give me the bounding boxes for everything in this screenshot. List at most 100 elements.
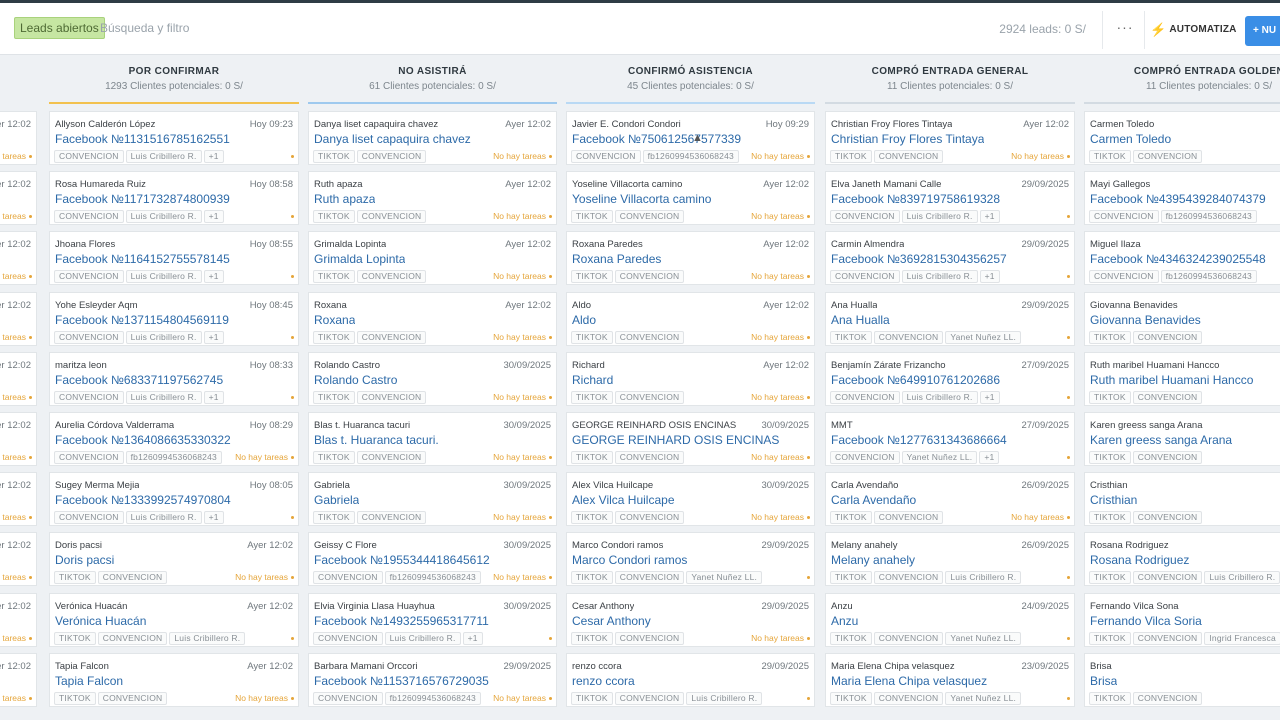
lead-tag[interactable]: CONVENCION	[614, 691, 685, 705]
lead-tag[interactable]: CONVENCION	[356, 330, 427, 344]
lead-tag[interactable]: TIKTOK	[54, 571, 96, 585]
lead-title-link[interactable]: Facebook №649910761202686	[831, 373, 1000, 387]
lead-tag[interactable]: CONVENCION	[54, 511, 124, 525]
lead-contact-name[interactable]: Benjamín Zárate Frizancho	[831, 360, 946, 371]
lead-card[interactable]: Melany anahely 26/09/2025 Melany anahely TI…	[825, 532, 1075, 587]
lead-title-link[interactable]: Facebook №3692815304356257	[831, 252, 1007, 266]
lead-card[interactable]: er 12:02 a tareas	[0, 231, 37, 286]
task-status[interactable]: a tareas	[0, 332, 26, 342]
lead-title-link[interactable]: Alex Vilca Huilcape	[572, 493, 675, 507]
lead-tag[interactable]: Luis Cribillero R.	[125, 330, 202, 344]
lead-contact-name[interactable]: Karen greess sanga Arana	[1090, 420, 1203, 431]
lead-tag[interactable]: CONVENCION	[54, 330, 124, 344]
lead-title-link[interactable]: Facebook №1493255965317711	[314, 614, 489, 628]
lead-title-link[interactable]: Marco Condori ramos	[572, 553, 687, 567]
lead-card[interactable]: GEORGE REINHARD OSIS ENCINAS 30/09/2025 GE…	[566, 412, 815, 466]
lead-card[interactable]: er 12:02 a tareas	[0, 412, 37, 466]
lead-title-link[interactable]: Cristhian	[1090, 493, 1137, 507]
task-status[interactable]: a tareas	[0, 392, 26, 402]
lead-title-link[interactable]: Carmen Toledo	[1090, 132, 1171, 146]
lead-title-link[interactable]: Giovanna Benavides	[1090, 313, 1201, 327]
lead-card[interactable]: Christian Froy Flores Tintaya Ayer 12:02 C…	[825, 111, 1075, 165]
task-status[interactable]: No hay tareas	[493, 271, 546, 281]
lead-tag[interactable]: CONVENCION	[1089, 210, 1159, 224]
lead-contact-name[interactable]: renzo ccora	[572, 661, 622, 672]
task-status[interactable]: No hay tareas	[235, 452, 288, 462]
lead-card[interactable]: Carmin Almendra 29/09/2025 Facebook №36928…	[825, 231, 1075, 286]
lead-tag[interactable]: Luis Cribillero R.	[1204, 571, 1280, 585]
lead-tag[interactable]: Luis Cribillero R.	[384, 631, 461, 645]
lead-tag[interactable]: fb1260994536068243	[384, 571, 481, 585]
task-status[interactable]: No hay tareas	[751, 271, 804, 281]
column-header[interactable]: POR CONFIRMAR 1293 Clientes potenciales: …	[49, 64, 299, 104]
lead-tag[interactable]: CONVENCION	[614, 631, 685, 645]
lead-title-link[interactable]: Gabriela	[314, 493, 359, 507]
lead-tag[interactable]: Luis Cribillero R.	[901, 390, 978, 404]
lead-title-link[interactable]: Facebook №1153716576729035	[314, 674, 489, 688]
lead-tag[interactable]: TIKTOK	[830, 150, 872, 163]
lead-contact-name[interactable]: Cesar Anthony	[572, 601, 634, 612]
lead-title-link[interactable]: Ruth apaza	[314, 192, 375, 206]
lead-card[interactable]: Ruth apaza Ayer 12:02 Ruth apaza TIKTOK CONV…	[308, 171, 557, 226]
lead-contact-name[interactable]: Jhoana Flores	[55, 239, 115, 250]
lead-tag[interactable]: TIKTOK	[571, 511, 613, 525]
column-header[interactable]: COMPRÓ ENTRADA GENERAL 11 Clientes potenc…	[825, 64, 1075, 104]
lead-card[interactable]: er 12:02 a tareas	[0, 291, 37, 346]
lead-tag[interactable]: CONVENCION	[54, 451, 124, 464]
lead-tag[interactable]: fb1260994536068243	[384, 691, 481, 705]
task-status[interactable]: a tareas	[0, 151, 26, 161]
lead-tag[interactable]: +1	[203, 150, 224, 163]
lead-tag[interactable]: TIKTOK	[1089, 150, 1131, 163]
lead-title-link[interactable]: Melany anahely	[831, 553, 915, 567]
lead-card[interactable]: Verónica Huacán Ayer 12:02 Verónica Huacán…	[49, 592, 299, 647]
lead-title-link[interactable]: Facebook №683371197562745	[55, 373, 223, 387]
lead-contact-name[interactable]: Ruth maribel Huamani Hancco	[1090, 360, 1219, 371]
lead-tag[interactable]: CONVENCION	[830, 390, 900, 404]
lead-card[interactable]: Barbara Mamani Orccori 29/09/2025 Facebook…	[308, 652, 557, 707]
lead-tag[interactable]: CONVENCION	[830, 270, 900, 284]
task-status[interactable]: No hay tareas	[1011, 512, 1064, 522]
lead-tag[interactable]: TIKTOK	[571, 390, 613, 404]
lead-contact-name[interactable]: Sugey Merma Mejia	[55, 480, 139, 491]
lead-card[interactable]: Doris pacsi Ayer 12:02 Doris pacsi TIKTOK CO…	[49, 532, 299, 587]
lead-tag[interactable]: Luis Cribillero R.	[125, 270, 202, 284]
lead-title-link[interactable]: Maria Elena Chipa velasquez	[831, 674, 987, 688]
lead-contact-name[interactable]: Marco Condori ramos	[572, 540, 663, 551]
lead-card[interactable]: CristhianCristhianTIKTOKCONVENCIONNo	[1084, 472, 1280, 527]
lead-title-link[interactable]: Grimalda Lopinta	[314, 252, 405, 266]
lead-tag[interactable]: CONVENCION	[614, 330, 685, 344]
lead-tag[interactable]: CONVENCION	[571, 150, 641, 163]
lead-contact-name[interactable]: Grimalda Lopinta	[314, 239, 386, 250]
lead-card[interactable]: er 12:02 a tareas	[0, 351, 37, 406]
lead-tag[interactable]: Yanet Nuñez LL.	[901, 451, 978, 464]
lead-card[interactable]: Giovanna Benavides Giovanna Benavides TIKT…	[1084, 291, 1280, 346]
lead-tag[interactable]: TIKTOK	[54, 631, 96, 645]
lead-tag[interactable]: CONVENCION	[614, 451, 685, 464]
task-status[interactable]: a tareas	[0, 572, 26, 582]
task-status[interactable]: a tareas	[0, 633, 26, 643]
lead-contact-name[interactable]: maritza leon	[55, 360, 107, 371]
lead-title-link[interactable]: Carla Avendaño	[831, 493, 916, 507]
lead-contact-name[interactable]: Rolando Castro	[314, 360, 380, 371]
lead-contact-name[interactable]: Rosana Rodriguez	[1090, 540, 1169, 551]
lead-contact-name[interactable]: Miguel Ilaza	[1090, 239, 1141, 250]
lead-card[interactable]: Carla Avendaño 26/09/2025 Carla Avendaño TI…	[825, 472, 1075, 527]
lead-tag[interactable]: Luis Cribillero R.	[169, 631, 246, 645]
lead-tag[interactable]: TIKTOK	[571, 210, 613, 224]
lead-title-link[interactable]: Facebook №1371154804569119	[55, 313, 229, 327]
lead-contact-name[interactable]: Danya liset capaquira chavez	[314, 119, 438, 130]
lead-tag[interactable]: TIKTOK	[1089, 691, 1131, 705]
lead-card[interactable]: Tapia Falcon Ayer 12:02 Tapia Falcon TIKTOK…	[49, 652, 299, 707]
lead-card[interactable]: Richard Ayer 12:02 Richard TIKTOK CONVENCION…	[566, 351, 815, 406]
lead-title-link[interactable]: Roxana	[314, 313, 355, 327]
lead-tag[interactable]: CONVENCION	[356, 451, 427, 464]
lead-tag[interactable]: Ingrid Francesca	[1204, 631, 1280, 645]
lead-tag[interactable]: Yanet Nuñez LL.	[945, 691, 1022, 705]
lead-title-link[interactable]: GEORGE REINHARD OSIS ENCINAS	[572, 433, 779, 447]
lead-contact-name[interactable]: Elvia Virginia Llasa Huayhua	[314, 601, 435, 612]
lead-contact-name[interactable]: Ana Hualla	[831, 300, 877, 311]
lead-title-link[interactable]: Fernando Vilca Soria	[1090, 614, 1202, 628]
lead-contact-name[interactable]: Aldo	[572, 300, 591, 311]
lead-card[interactable]: Fernando Vilca Sona Fernando Vilca Soria T…	[1084, 592, 1280, 647]
lead-title-link[interactable]: Richard	[572, 373, 613, 387]
